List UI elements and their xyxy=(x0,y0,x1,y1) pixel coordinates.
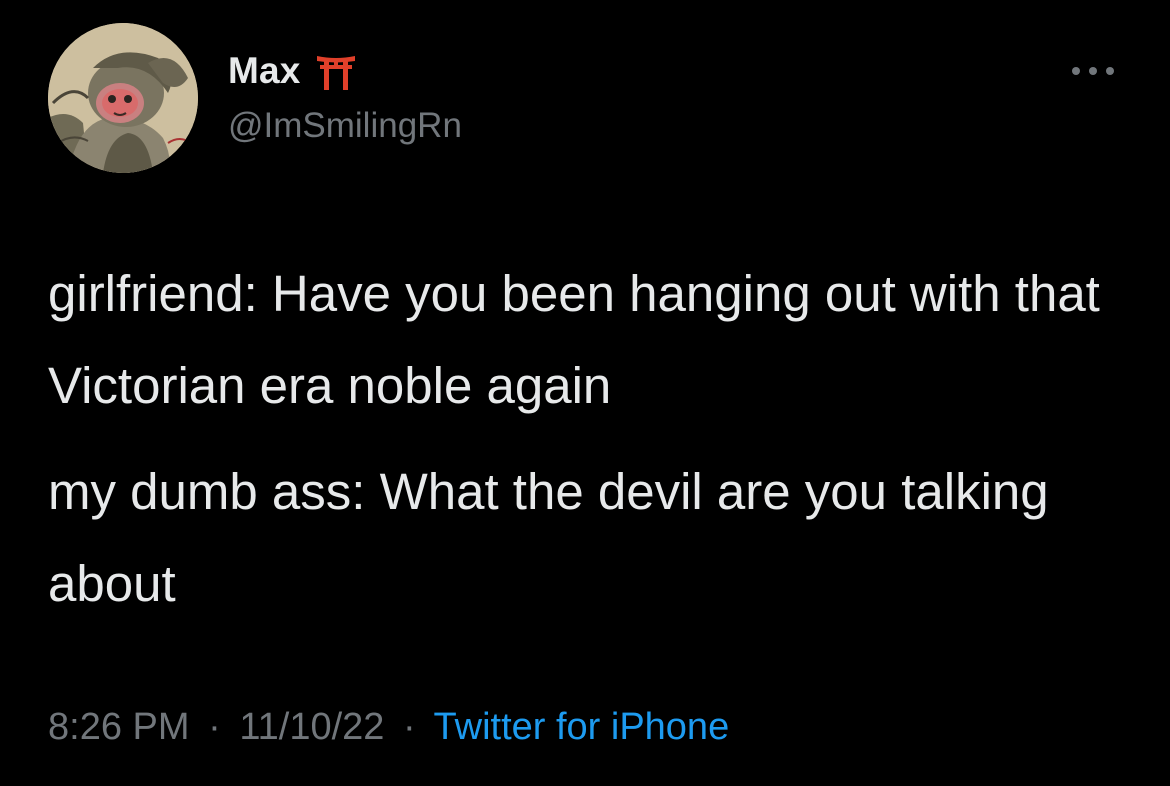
monkey-avatar-icon xyxy=(48,23,198,173)
tweet-metadata: 8:26 PM · 11/10/22 · Twitter for iPhone xyxy=(48,706,729,749)
display-name[interactable]: Max xyxy=(228,50,301,92)
meta-separator: · xyxy=(402,706,416,748)
tweet-date[interactable]: 11/10/22 xyxy=(239,706,384,748)
author-name-row[interactable]: Max xyxy=(228,46,357,96)
avatar[interactable] xyxy=(48,23,198,173)
more-dots-icon xyxy=(1072,67,1114,75)
meta-separator: · xyxy=(208,706,221,748)
torii-gate-icon xyxy=(315,50,357,92)
tweet-time[interactable]: 8:26 PM xyxy=(48,706,190,748)
more-options-button[interactable] xyxy=(1070,56,1116,86)
tweet-paragraph: my dumb ass: What the devil are you talk… xyxy=(48,463,1049,612)
tweet-text: girlfriend: Have you been hanging out wi… xyxy=(48,248,1128,630)
author-handle[interactable]: @ImSmilingRn xyxy=(228,106,462,146)
tweet-paragraph: girlfriend: Have you been hanging out wi… xyxy=(48,265,1100,414)
tweet-source-link[interactable]: Twitter for iPhone xyxy=(434,706,730,748)
tweet-card: Max @ImSmilingRn girlfriend: Have you be… xyxy=(0,0,1170,786)
